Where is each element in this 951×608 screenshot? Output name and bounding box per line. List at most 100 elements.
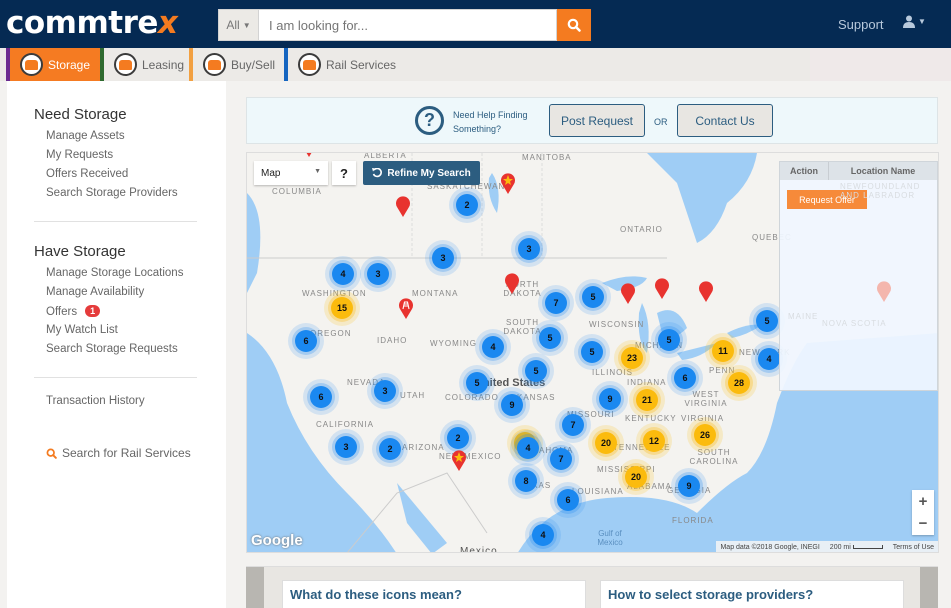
cluster-marker[interactable]: 7 [545, 292, 567, 314]
support-link[interactable]: Support [838, 17, 884, 32]
map-type-select[interactable]: Map ▼ [254, 161, 328, 185]
user-icon [903, 15, 915, 28]
user-menu[interactable]: ▼ [903, 15, 926, 28]
cluster-marker[interactable]: 7 [550, 448, 572, 470]
cluster-marker[interactable]: 20 [595, 432, 617, 454]
cluster-marker[interactable]: 3 [518, 238, 540, 260]
cluster-marker[interactable]: 9 [678, 475, 700, 497]
cluster-marker[interactable]: 5 [525, 360, 547, 382]
map-label: WEST VIRGINIA [684, 390, 728, 408]
search-button[interactable] [557, 9, 591, 41]
map-view[interactable]: ALBERTA MANITOBA SASKATCHEWAN COLUMBIA O… [246, 152, 939, 553]
location-pin-icon[interactable] [698, 280, 714, 302]
rail-pin-icon[interactable] [398, 297, 414, 319]
search-rail-services-link[interactable]: Search for Rail Services [46, 446, 191, 460]
featured-pin-icon[interactable] [451, 449, 467, 471]
cluster-marker[interactable]: 3 [367, 263, 389, 285]
map-label: KENTUCKY [625, 414, 677, 423]
tab-buy-sell[interactable]: Buy/Sell [189, 48, 284, 81]
cluster-marker[interactable]: 5 [581, 341, 603, 363]
refine-search-button[interactable]: Refine My Search [363, 161, 480, 185]
map-help-button[interactable]: ? [332, 161, 356, 185]
info-section: What do these icons mean? How to select … [246, 566, 938, 608]
cluster-marker[interactable]: 7 [562, 414, 584, 436]
map-label: NOVA SCOTIA [822, 319, 887, 328]
cluster-marker[interactable]: 3 [432, 247, 454, 269]
storage-icon [20, 53, 43, 76]
cluster-marker[interactable]: 2 [379, 438, 401, 460]
cluster-marker[interactable]: 5 [756, 310, 778, 332]
cluster-marker[interactable]: 6 [557, 489, 579, 511]
cluster-marker[interactable]: 11 [712, 340, 734, 362]
category-tabs: Storage Leasing Buy/Sell Rail Services [0, 48, 951, 81]
contact-us-button[interactable]: Contact Us [677, 104, 773, 137]
cluster-marker[interactable]: 6 [674, 367, 696, 389]
cluster-marker[interactable]: 5 [539, 327, 561, 349]
location-pin-icon[interactable] [620, 282, 636, 304]
cluster-marker[interactable]: 4 [758, 348, 780, 370]
cluster-marker[interactable]: 5 [658, 329, 680, 351]
location-pin-icon[interactable] [395, 195, 411, 217]
sidebar-divider [34, 377, 197, 378]
map-label: COLUMBIA [272, 187, 322, 196]
zoom-in-button[interactable]: + [912, 490, 934, 512]
sidebar-link-manage-assets[interactable]: Manage Assets [46, 130, 125, 142]
tab-leasing[interactable]: Leasing [100, 48, 189, 81]
map-label: ARIZONA [402, 443, 445, 452]
cluster-marker[interactable]: 4 [482, 336, 504, 358]
location-pin-icon[interactable] [654, 277, 670, 299]
cluster-marker[interactable]: 2 [456, 194, 478, 216]
offers-label: Offers [46, 306, 78, 318]
post-request-button[interactable]: Post Request [549, 104, 645, 137]
help-text: Need Help Finding Something? [453, 110, 528, 134]
select-providers-card[interactable]: How to select storage providers? [600, 580, 904, 608]
sidebar-link-manage-storage-locations[interactable]: Manage Storage Locations [46, 267, 183, 279]
search-category-dropdown[interactable]: All ▼ [218, 9, 259, 41]
cluster-marker[interactable]: 4 [332, 263, 354, 285]
featured-pin-icon[interactable] [500, 172, 516, 194]
cluster-marker[interactable]: 8 [515, 470, 537, 492]
tab-rail-services[interactable]: Rail Services [284, 48, 414, 81]
search-bar: All ▼ [218, 9, 591, 41]
featured-pin-icon[interactable] [301, 152, 317, 157]
cluster-marker[interactable]: 4 [532, 524, 554, 546]
cluster-marker[interactable]: 12 [643, 430, 665, 452]
sidebar-link-transaction-history[interactable]: Transaction History [46, 395, 145, 407]
cluster-marker[interactable]: 21 [636, 389, 658, 411]
location-pin-icon[interactable] [876, 280, 892, 302]
cluster-marker[interactable]: 26 [694, 424, 716, 446]
cluster-marker[interactable]: 6 [295, 330, 317, 352]
sidebar-link-search-storage-providers[interactable]: Search Storage Providers [46, 187, 178, 199]
sidebar-link-search-storage-requests[interactable]: Search Storage Requests [46, 343, 178, 355]
location-pin-icon[interactable] [504, 272, 520, 294]
sidebar-link-offers[interactable]: Offers 1 [46, 305, 101, 318]
cluster-marker[interactable]: 9 [501, 394, 523, 416]
sidebar-link-manage-availability[interactable]: Manage Availability [46, 286, 144, 298]
cluster-marker[interactable]: 23 [621, 347, 643, 369]
icons-help-card[interactable]: What do these icons mean? [282, 580, 586, 608]
cluster-marker[interactable]: 6 [310, 386, 332, 408]
sidebar-link-my-watch-list[interactable]: My Watch List [46, 324, 118, 336]
cluster-marker[interactable]: 20 [625, 466, 647, 488]
zoom-out-button[interactable]: − [912, 512, 934, 534]
leasing-icon [114, 53, 137, 76]
cluster-marker[interactable]: 28 [728, 372, 750, 394]
cluster-marker[interactable]: 5 [582, 286, 604, 308]
terms-of-use-link[interactable]: Terms of Use [893, 544, 934, 551]
tab-storage[interactable]: Storage [6, 48, 100, 81]
cluster-marker[interactable]: 4 [517, 437, 539, 459]
cluster-marker[interactable]: 2 [447, 427, 469, 449]
cluster-marker[interactable]: 3 [374, 380, 396, 402]
tab-label: Buy/Sell [231, 57, 276, 72]
search-input[interactable] [259, 9, 557, 41]
map-label: MAINE [788, 312, 819, 321]
sidebar: Need Storage Manage Assets My Requests O… [7, 81, 226, 608]
zoom-control: + − [912, 490, 934, 535]
cluster-marker[interactable]: 5 [466, 372, 488, 394]
commtrex-logo[interactable]: commtrex [6, 5, 178, 41]
sidebar-link-my-requests[interactable]: My Requests [46, 149, 113, 161]
sidebar-link-offers-received[interactable]: Offers Received [46, 168, 128, 180]
cluster-marker[interactable]: 15 [331, 297, 353, 319]
cluster-marker[interactable]: 3 [335, 436, 357, 458]
cluster-marker[interactable]: 9 [599, 388, 621, 410]
